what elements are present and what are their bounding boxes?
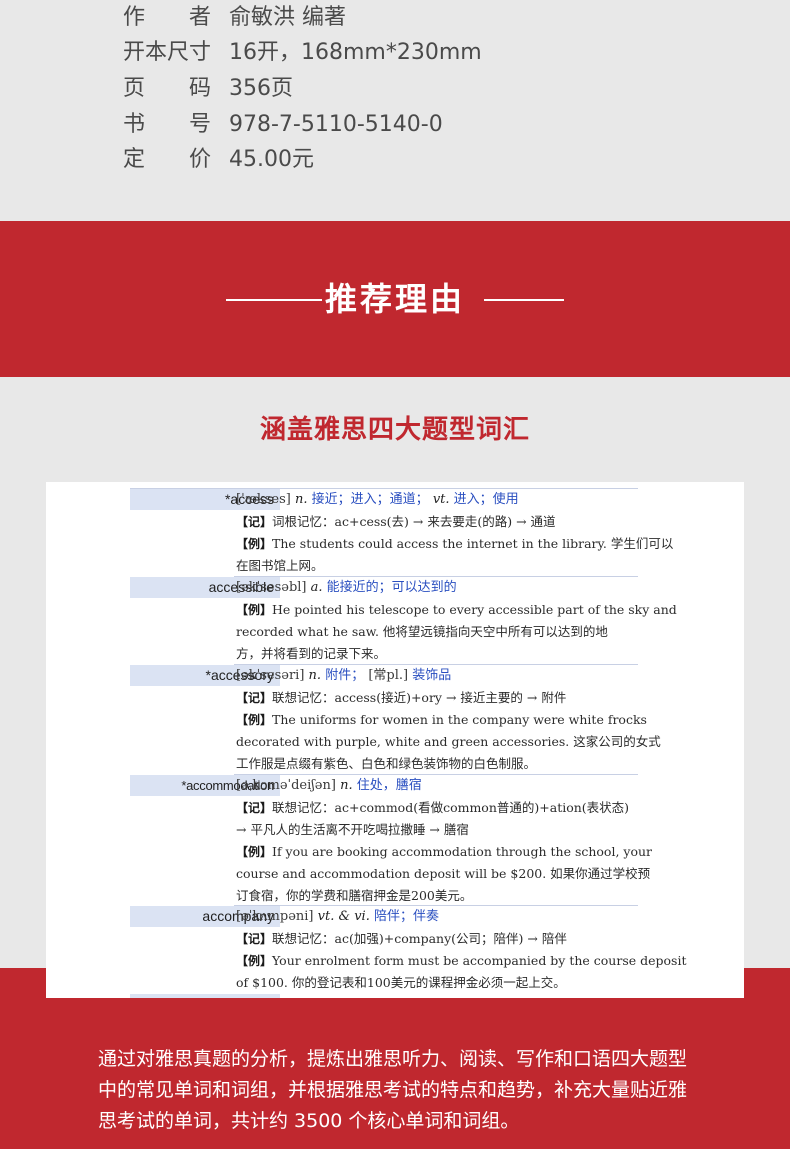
entry-line: 【记】词根记忆：ac+cess(去) → 来去要走(的路) → 通道 (236, 514, 556, 529)
dictionary-sample-page: *access [ˈækses] n. 接近；进入；通道； vt. 进入；使用 … (46, 482, 744, 998)
entry-line: 【例】The uniforms for women in the company… (236, 712, 647, 727)
entry-pos: a. (310, 580, 323, 595)
entry-meaning: 住处，膳宿 (356, 778, 422, 793)
entry-line: 在图书馆上网。 (236, 558, 324, 573)
info-label-author: 作者 (123, 5, 211, 30)
entry-phonetic: [əˌkɔməˈdeiʃən] (236, 778, 336, 793)
entry-line: 【例】Your enrolment form must be accompani… (236, 953, 687, 968)
entry-line: 【记】联想记忆：ac+commod(看做common普通的)+ation(表状态… (236, 800, 630, 815)
banner-divider-right (484, 299, 564, 301)
entry-line: → 平凡人的生活离不开吃喝拉撒睡 → 膳宿 (236, 822, 469, 837)
recommend-banner: 推荐理由 (0, 221, 790, 377)
info-label-size: 开本尺寸 (123, 40, 212, 65)
entry-line: 【记】联想记忆：access(接近)+ory → 接近主要的 → 附件 (236, 690, 567, 705)
entry-line: decorated with purple, white and green a… (236, 734, 661, 749)
entry-line: recorded what he saw. 他将望远镜指向天空中所有可以达到的地 (236, 624, 608, 639)
entry-phonetic: [əkˈsesəri] (236, 668, 305, 683)
entry-meaning-2: 装饰品 (412, 668, 452, 683)
entry-pos: n. (340, 778, 353, 793)
info-value-pages: 356页 (229, 76, 293, 101)
entry-line: of $100. 你的登记表和100美元的课程押金必须一起上交。 (236, 975, 566, 990)
entry-pos: n. (295, 492, 308, 507)
entry-pos: n. (308, 668, 322, 683)
info-row-author: 作者 俞敏洪 编著 (123, 3, 346, 33)
info-row-price: 定价 45.00元 (123, 145, 314, 175)
info-row-isbn: 书号 978-7-5110-5140-0 (123, 110, 443, 140)
info-row-pages: 页码 356页 (123, 74, 293, 104)
info-label-pages: 页码 (123, 76, 211, 101)
next-entry-stub (130, 994, 280, 998)
entry-line: 工作服是点缀有紫色、白色和绿色装饰物的白色制服。 (236, 756, 537, 771)
entry-line: 订食宿，你的学费和膳宿押金是200美元。 (236, 888, 473, 903)
entry-definition: [əˈkʌmpəni] vt. & vi. 陪伴；伴奏 (236, 906, 439, 927)
entry-line: course and accommodation deposit will be… (236, 866, 651, 881)
info-label-isbn: 书号 (123, 112, 211, 137)
info-value-size: 16开，168mm*230mm (229, 40, 482, 65)
entry-phonetic: [əˈkʌmpəni] (236, 909, 314, 924)
entry-definition: [əˌkɔməˈdeiʃən] n. 住处，膳宿 (236, 775, 422, 796)
section-subtitle: 涵盖雅思四大题型词汇 (259, 415, 530, 445)
info-value-author: 俞敏洪 编著 (229, 5, 346, 30)
entry-pos: vt. & vi. (317, 909, 370, 924)
entry-definition: [əkˈsesəbl] a. 能接近的；可以达到的 (236, 577, 457, 598)
entry-definition: [ˈækses] n. 接近；进入；通道； vt. 进入；使用 (236, 489, 519, 510)
info-row-size: 开本尺寸 16开，168mm*230mm (123, 38, 482, 68)
entry-meaning: 陪伴；伴奏 (373, 909, 439, 924)
description-text: 通过对雅思真题的分析，提炼出雅思听力、阅读、写作和口语四大题型中的常见单词和词组… (98, 1048, 688, 1132)
entry-meaning: 附件； (325, 668, 365, 683)
entry-line: 【记】联想记忆：ac(加强)+company(公司；陪伴) → 陪伴 (236, 931, 567, 946)
entry-usage-note: [常pl.] (368, 668, 409, 683)
entry-definition: [əkˈsesəri] n. 附件； [常pl.] 装饰品 (236, 665, 451, 686)
entry-meaning: 接近；进入；通道； (311, 492, 429, 507)
entry-phonetic: [ˈækses] (236, 492, 291, 507)
banner-title: 推荐理由 (324, 280, 465, 318)
entry-line: 【例】The students could access the interne… (236, 536, 674, 551)
info-label-price: 定价 (123, 147, 211, 172)
book-info: 作者 俞敏洪 编著 开本尺寸 16开，168mm*230mm 页码 356页 书号… (0, 0, 790, 221)
entry-meaning: 能接近的；可以达到的 (326, 580, 457, 595)
entry-pos-2: vt. (432, 492, 450, 507)
info-value-isbn: 978-7-5110-5140-0 (229, 112, 443, 137)
info-value-price: 45.00元 (229, 147, 314, 172)
entry-line: 【例】He pointed his telescope to every acc… (236, 602, 677, 617)
entry-line: 方，并将看到的记录下来。 (236, 646, 387, 661)
entry-line: 【例】If you are booking accommodation thro… (236, 844, 653, 859)
entry-phonetic: [əkˈsesəbl] (236, 580, 307, 595)
entry-meaning-2: 进入；使用 (453, 492, 519, 507)
